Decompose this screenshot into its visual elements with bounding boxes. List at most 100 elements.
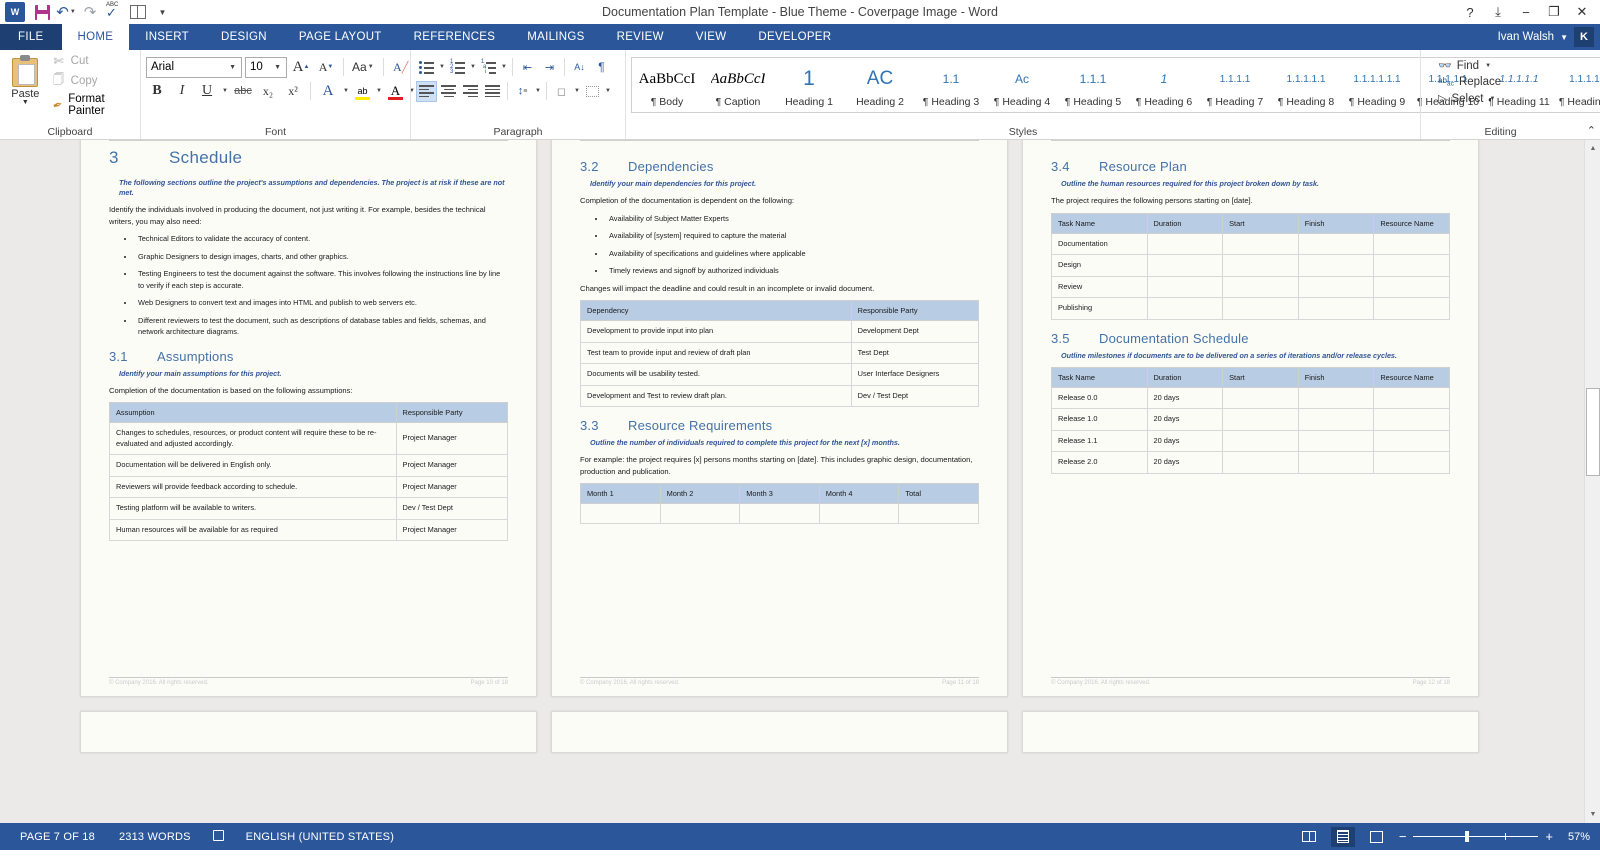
- zoom-slider[interactable]: [1413, 831, 1539, 842]
- text-highlight-icon[interactable]: ab: [353, 81, 372, 101]
- style-item[interactable]: Aс ¶ Heading 4: [987, 58, 1058, 112]
- decrease-indent-icon[interactable]: ⇤: [517, 57, 538, 78]
- table-cell[interactable]: [1373, 254, 1450, 277]
- table-cell[interactable]: [1373, 275, 1450, 298]
- page-number-status[interactable]: PAGE 7 OF 18: [8, 831, 107, 843]
- replace-button[interactable]: abac Replace: [1432, 74, 1507, 90]
- table-row[interactable]: Release 1.0 20 days: [1051, 408, 1450, 431]
- align-left-icon[interactable]: [416, 80, 437, 102]
- table-cell[interactable]: Test team to provide input and review of…: [580, 341, 852, 364]
- table-cell[interactable]: [1373, 408, 1450, 431]
- chevron-down-icon[interactable]: ▼: [375, 88, 383, 94]
- table-cell[interactable]: [1373, 451, 1450, 474]
- chevron-down-icon[interactable]: ▼: [438, 64, 446, 70]
- collapse-ribbon-icon[interactable]: ⌃: [1587, 124, 1596, 137]
- find-button[interactable]: 👓 Find ▼: [1432, 57, 1498, 74]
- font-family-combobox[interactable]: Arial ▼: [146, 56, 242, 78]
- help-icon[interactable]: ?: [1456, 1, 1484, 23]
- table-row[interactable]: Documentation will be delivered in Engli…: [109, 454, 509, 477]
- tab-developer[interactable]: DEVELOPER: [742, 24, 847, 50]
- chevron-down-icon[interactable]: ▼: [221, 88, 229, 94]
- table-cell[interactable]: Design: [1051, 254, 1148, 277]
- table-cell[interactable]: Project Manager: [395, 454, 509, 477]
- undo-icon[interactable]: ↶ ▼: [55, 2, 77, 22]
- table-cell[interactable]: [580, 503, 661, 524]
- table-cell[interactable]: [1297, 297, 1375, 320]
- table-row[interactable]: Changes to schedules, resources, or prod…: [109, 422, 509, 455]
- bold-icon[interactable]: B: [146, 80, 168, 102]
- table-cell[interactable]: [1222, 451, 1299, 474]
- table-cell[interactable]: [1373, 386, 1450, 409]
- table-cell[interactable]: Development to provide input into plan: [580, 320, 852, 343]
- table-cell[interactable]: [1297, 275, 1375, 298]
- zoom-out-button[interactable]: −: [1399, 829, 1407, 844]
- table-row[interactable]: Release 1.1 20 days: [1051, 429, 1450, 452]
- subscript-icon[interactable]: x₂: [257, 80, 279, 102]
- page-partial[interactable]: [1022, 711, 1479, 753]
- close-icon[interactable]: ✕: [1568, 1, 1596, 23]
- table-cell[interactable]: Release 2.0: [1051, 451, 1148, 474]
- zoom-in-button[interactable]: +: [1545, 829, 1553, 844]
- chevron-down-icon[interactable]: ▼: [271, 64, 284, 71]
- table-cell[interactable]: 20 days: [1146, 451, 1224, 474]
- document-page[interactable]: [Company Name][Project Name][Document Na…: [1022, 140, 1479, 697]
- table-cell[interactable]: [1146, 275, 1224, 298]
- table-cell[interactable]: [1222, 408, 1299, 431]
- chevron-down-icon[interactable]: ▼: [1488, 96, 1496, 102]
- table-cell[interactable]: [1222, 254, 1299, 277]
- chevron-down-icon[interactable]: ▼: [226, 64, 239, 71]
- chevron-down-icon[interactable]: ▼: [573, 88, 581, 94]
- table-cell[interactable]: Test Dept: [850, 341, 980, 364]
- zoom-control[interactable]: − + 57%: [1399, 829, 1590, 844]
- table-cell[interactable]: Release 1.1: [1051, 429, 1148, 452]
- document-canvas[interactable]: © Company 2016. All rights reserved. Page…: [0, 140, 1600, 823]
- minimize-icon[interactable]: −: [1512, 1, 1540, 23]
- table-row[interactable]: Publishing: [1051, 297, 1450, 320]
- restore-icon[interactable]: ❐: [1540, 1, 1568, 23]
- style-item[interactable]: 1.1 ¶ Heading 3: [916, 58, 987, 112]
- customize-qat-icon[interactable]: ▼: [151, 2, 173, 22]
- table-cell[interactable]: Project Manager: [395, 422, 509, 455]
- table-row[interactable]: Human resources will be available for as…: [109, 518, 509, 541]
- table-cell[interactable]: Documentation will be delivered in Engli…: [109, 454, 397, 477]
- line-spacing-icon[interactable]: ↕ ≡: [512, 81, 533, 102]
- align-center-icon[interactable]: [438, 81, 459, 102]
- table-cell[interactable]: [1373, 429, 1450, 452]
- table-row[interactable]: Review: [1051, 275, 1450, 298]
- table-cell[interactable]: [1222, 429, 1299, 452]
- data-table[interactable]: Assumption Responsible Party Changes to sc…: [109, 402, 509, 541]
- language-status[interactable]: ENGLISH (UNITED STATES): [234, 831, 406, 843]
- scrollbar-thumb[interactable]: [1586, 388, 1600, 476]
- table-cell[interactable]: Release 0.0: [1051, 386, 1148, 409]
- table-cell[interactable]: [1297, 451, 1375, 474]
- page-partial[interactable]: [551, 711, 1008, 753]
- chevron-down-icon[interactable]: ▼: [1560, 33, 1568, 42]
- multilevel-list-icon[interactable]: 1ai: [478, 57, 499, 78]
- table-row[interactable]: Reviewers will provide feedback accordin…: [109, 475, 509, 498]
- paste-button[interactable]: Paste ▼: [5, 53, 46, 106]
- style-item[interactable]: 1.1.1 ¶ Heading 5: [1058, 58, 1129, 112]
- table-cell[interactable]: Human resources will be available for as…: [109, 518, 397, 541]
- table-cell[interactable]: [1146, 254, 1224, 277]
- underline-icon[interactable]: U: [196, 80, 218, 102]
- style-item[interactable]: AaBbCcI ¶ Body: [632, 58, 703, 112]
- table-cell[interactable]: [1297, 232, 1375, 255]
- table-row[interactable]: Development to provide input into plan De…: [580, 320, 980, 343]
- data-table[interactable]: Task Name Duration Start Finish Resource Nam…: [1051, 212, 1450, 320]
- table-cell[interactable]: [1222, 275, 1299, 298]
- zoom-level-label[interactable]: 57%: [1560, 831, 1590, 843]
- align-right-icon[interactable]: [460, 81, 481, 102]
- user-name[interactable]: Ivan Walsh: [1498, 31, 1554, 43]
- table-row[interactable]: Testing platform will be available to wr…: [109, 497, 509, 520]
- chevron-down-icon[interactable]: ▼: [534, 88, 542, 94]
- table-cell[interactable]: Publishing: [1051, 297, 1148, 320]
- table-cell[interactable]: [739, 503, 820, 524]
- strikethrough-icon[interactable]: abc: [232, 80, 254, 102]
- shrink-font-icon[interactable]: A ▼: [315, 56, 337, 78]
- copy-button[interactable]: 🗍 Copy: [48, 70, 135, 91]
- table-cell[interactable]: [1297, 429, 1375, 452]
- table-cell[interactable]: [1297, 254, 1375, 277]
- table-cell[interactable]: Dev / Test Dept: [850, 384, 980, 407]
- text-effects-icon[interactable]: A: [317, 80, 339, 102]
- ribbon-display-options-icon[interactable]: ⤓: [1484, 1, 1512, 23]
